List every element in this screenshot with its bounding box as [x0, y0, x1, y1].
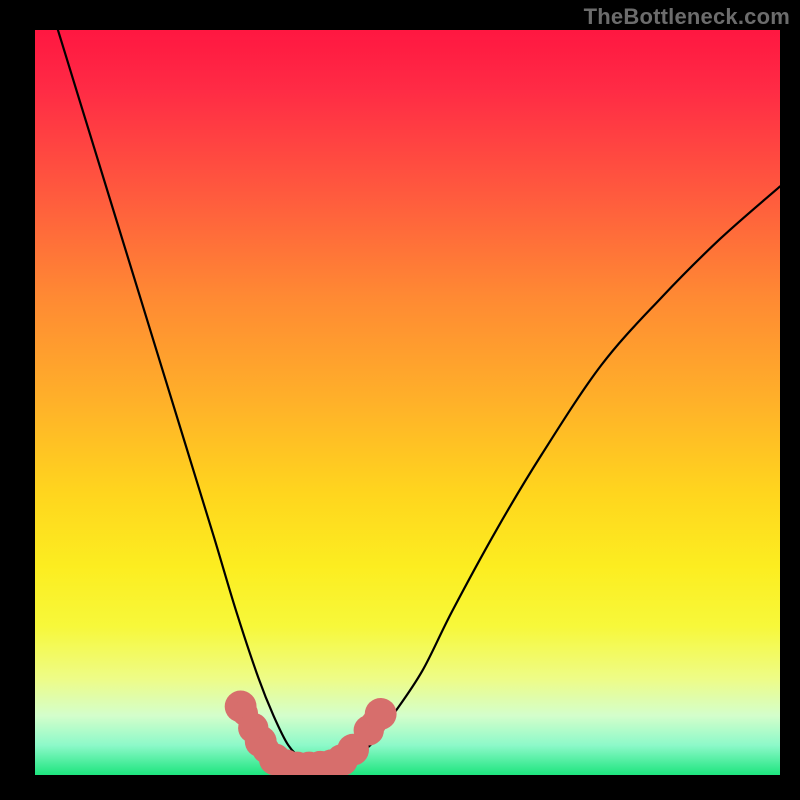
- curve-markers: [225, 691, 397, 775]
- plot-area: [35, 30, 780, 775]
- chart-svg: [35, 30, 780, 775]
- curve-marker: [365, 698, 397, 730]
- chart-frame: TheBottleneck.com: [0, 0, 800, 800]
- bottleneck-curve: [35, 30, 780, 768]
- watermark-text: TheBottleneck.com: [584, 4, 790, 30]
